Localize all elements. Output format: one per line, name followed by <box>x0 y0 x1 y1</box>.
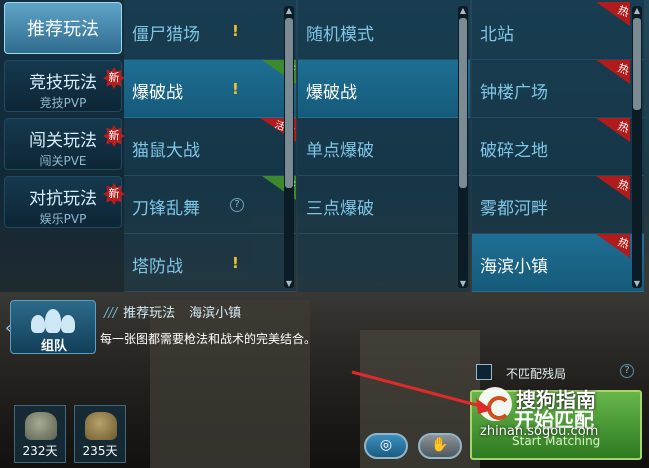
watermark-title: 搜狗指南 <box>516 388 596 412</box>
scroll-up-icon[interactable]: ▲ <box>458 6 468 15</box>
map-item-shattered-land[interactable]: 破碎之地 热 <box>472 118 644 176</box>
help-icon[interactable]: ? <box>230 198 244 212</box>
map-label: 北站 <box>480 25 514 45</box>
hand-icon: ✋ <box>431 437 449 453</box>
mode-item-cat-mouse[interactable]: 猫鼠大战 活动 <box>124 118 296 176</box>
map-label: 海滨小镇 <box>480 257 548 277</box>
mode-item-three-point[interactable]: 三点爆破 <box>298 176 470 234</box>
scroll-thumb[interactable] <box>285 18 293 188</box>
mode-item-demolition[interactable]: 爆破战 ! 新 <box>124 60 296 118</box>
mode-list-2: 随机模式 爆破战 单点爆破 三点爆破 ▲ ▼ <box>298 0 470 292</box>
scroll-down-icon[interactable]: ▼ <box>458 279 468 288</box>
category-label: 推荐玩法 <box>27 19 99 40</box>
scrollbar[interactable]: ▲ ▼ <box>284 6 294 288</box>
map-item-clocktower[interactable]: 钟楼广场 热 <box>472 60 644 118</box>
map-list: 北站 热 钟楼广场 热 破碎之地 热 雾都河畔 热 海滨小镇 热 ▲ ▼ <box>472 0 644 292</box>
mode-label: 塔防战 <box>132 257 183 277</box>
map-item-foggy-riverside[interactable]: 雾都河畔 热 <box>472 176 644 234</box>
team-button-label: 组队 <box>40 339 67 354</box>
map-label: 破碎之地 <box>480 141 548 161</box>
category-pve[interactable]: 闯关玩法 闯关PVE 新 <box>4 118 125 170</box>
scroll-thumb[interactable] <box>633 18 641 110</box>
mode-item-single-point[interactable]: 单点爆破 <box>298 118 470 176</box>
mode-label: 单点爆破 <box>306 141 374 161</box>
help-icon[interactable]: ? <box>620 364 634 378</box>
sogou-logo-icon <box>478 387 512 421</box>
mode-list-1: 僵尸猎场 ! 爆破战 ! 新 猫鼠大战 活动 刀锋乱舞 ? 新 塔防战 ! ▲ … <box>124 0 296 292</box>
team-people-icon <box>31 307 75 333</box>
armor-icon <box>85 412 117 440</box>
category-recommended[interactable]: 推荐玩法 <box>4 2 122 54</box>
breadcrumb-mode: 推荐玩法 <box>123 306 176 321</box>
no-bots-label: 不匹配残局 <box>506 367 567 381</box>
hand-button[interactable]: ✋ <box>418 433 462 459</box>
scene-wall <box>150 300 310 468</box>
mode-label: 爆破战 <box>132 83 183 103</box>
category-column: 推荐玩法 竞技玩法 竞技PVP 新 闯关玩法 闯关PVE 新 对抗玩法 娱乐PV… <box>0 0 125 292</box>
map-description: 每一张图都需要枪法和战术的完美结合。 <box>100 332 317 346</box>
category-sublabel: 闯关PVE <box>39 154 87 168</box>
mode-item-demolition-2[interactable]: 爆破战 <box>298 60 470 118</box>
category-sublabel: 娱乐PVP <box>39 212 87 226</box>
mode-label: 随机模式 <box>306 25 374 45</box>
map-label: 钟楼广场 <box>480 83 548 103</box>
mode-item-blade[interactable]: 刀锋乱舞 ? 新 <box>124 176 296 234</box>
mode-label: 僵尸猎场 <box>132 25 200 45</box>
item-days: 232天 <box>22 444 58 458</box>
scroll-up-icon[interactable]: ▲ <box>284 6 294 15</box>
warning-icon: ! <box>232 254 239 272</box>
category-label: 闯关玩法 <box>29 131 97 151</box>
scroll-down-icon[interactable]: ▼ <box>284 279 294 288</box>
hot-corner-badge: 热 <box>596 118 631 142</box>
breadcrumb-map: 海滨小镇 <box>189 306 242 321</box>
category-versus[interactable]: 对抗玩法 娱乐PVP 新 <box>4 176 125 228</box>
friend-search-button[interactable]: ◎ <box>364 433 408 459</box>
watermark-url: zhinan.sogou.com <box>480 424 599 439</box>
hot-corner-badge: 热 <box>596 176 631 200</box>
team-button[interactable]: 组队 <box>10 300 96 354</box>
item-days: 235天 <box>82 444 118 458</box>
mode-item-zombie[interactable]: 僵尸猎场 ! <box>124 2 296 60</box>
mode-label: 猫鼠大战 <box>132 141 200 161</box>
scroll-down-icon[interactable]: ▼ <box>632 279 642 288</box>
category-sublabel: 竞技PVP <box>39 96 87 110</box>
mode-label: 三点爆破 <box>306 199 374 219</box>
mode-label: 刀锋乱舞 <box>132 199 200 219</box>
inventory-slot-armor[interactable]: 235天 <box>74 405 126 463</box>
inventory-slot-helmet[interactable]: 232天 <box>14 405 66 463</box>
map-label: 雾都河畔 <box>480 199 548 219</box>
scroll-thumb[interactable] <box>459 18 467 188</box>
breadcrumb: /// 推荐玩法 海滨小镇 <box>104 302 241 321</box>
scrollbar[interactable]: ▲ ▼ <box>632 6 642 288</box>
mode-label: 爆破战 <box>306 83 357 103</box>
user-search-icon: ◎ <box>379 437 393 453</box>
hot-corner-badge: 热 <box>596 234 631 258</box>
warning-icon: ! <box>232 80 239 98</box>
hot-corner-badge: 热 <box>596 60 631 84</box>
warning-icon: ! <box>232 22 239 40</box>
mode-item-tower-defense[interactable]: 塔防战 ! <box>124 234 296 292</box>
mode-item-random[interactable]: 随机模式 <box>298 2 470 60</box>
helmet-icon <box>25 412 57 440</box>
map-item-seaside-town[interactable]: 海滨小镇 热 <box>472 234 644 292</box>
scrollbar[interactable]: ▲ ▼ <box>458 6 468 288</box>
breadcrumb-slashes: /// <box>104 306 118 321</box>
no-bots-checkbox[interactable] <box>476 364 492 380</box>
category-competitive[interactable]: 竞技玩法 竞技PVP 新 <box>4 60 125 112</box>
hot-corner-badge: 热 <box>596 2 631 26</box>
category-label: 竞技玩法 <box>29 73 97 93</box>
category-label: 对抗玩法 <box>29 189 97 209</box>
scroll-up-icon[interactable]: ▲ <box>632 6 642 15</box>
map-item-north-station[interactable]: 北站 热 <box>472 2 644 60</box>
